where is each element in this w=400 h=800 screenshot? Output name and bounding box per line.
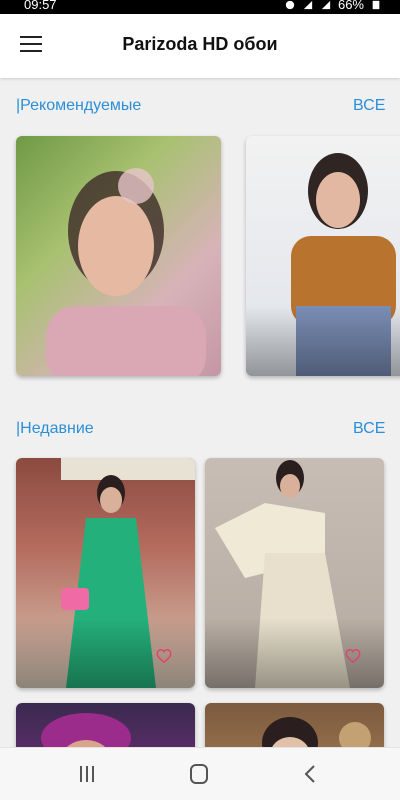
status-icons: 66%: [284, 0, 382, 12]
alarm-icon: [285, 0, 295, 9]
wallpaper-image: [46, 168, 206, 376]
wallpaper-card[interactable]: [246, 136, 400, 376]
wallpaper-card[interactable]: [205, 458, 384, 688]
app-bar: Parizoda HD обои: [0, 14, 400, 78]
favorite-heart-icon[interactable]: [344, 648, 362, 664]
section-title-recommended: |Рекомендуемые: [16, 97, 142, 114]
signal-icon: [303, 0, 313, 9]
app-title: Parizoda HD обои: [122, 34, 278, 54]
recent-all-button[interactable]: ВСЕ: [353, 420, 385, 438]
back-icon[interactable]: [296, 762, 326, 786]
battery-percent: 66%: [337, 0, 364, 12]
signal-icon-2: [321, 0, 331, 9]
recommended-all-button[interactable]: ВСЕ: [353, 97, 385, 115]
wallpaper-card[interactable]: [16, 136, 221, 376]
recent-apps-icon[interactable]: [72, 762, 102, 786]
home-icon[interactable]: [184, 762, 214, 786]
battery-icon: [372, 0, 380, 9]
wallpaper-card[interactable]: [16, 458, 195, 688]
card-shade: [246, 306, 400, 376]
system-nav-bar: [0, 747, 400, 800]
favorite-heart-icon[interactable]: [155, 648, 173, 664]
status-time: 09:57: [24, 0, 57, 12]
status-bar: 09:57 66%: [0, 0, 400, 14]
section-title-recent: |Недавние: [16, 420, 94, 437]
